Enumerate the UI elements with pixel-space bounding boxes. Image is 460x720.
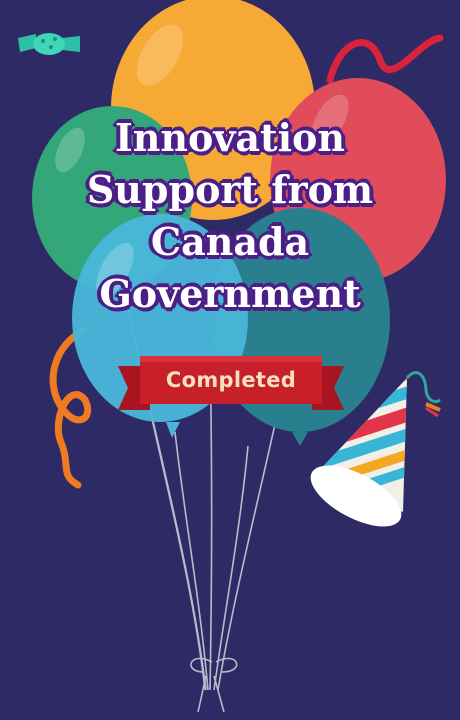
title-line: Innovation — [114, 115, 346, 160]
title-line: Support from — [86, 167, 374, 212]
card-title: Innovation Support from Canada Governmen… — [0, 112, 460, 320]
candy-icon — [18, 33, 80, 55]
title-line: Canada — [150, 219, 310, 264]
title-line: Government — [99, 271, 361, 316]
celebration-card: Innovation Support from Canada Governmen… — [0, 0, 460, 720]
status-label: Completed — [165, 368, 297, 392]
